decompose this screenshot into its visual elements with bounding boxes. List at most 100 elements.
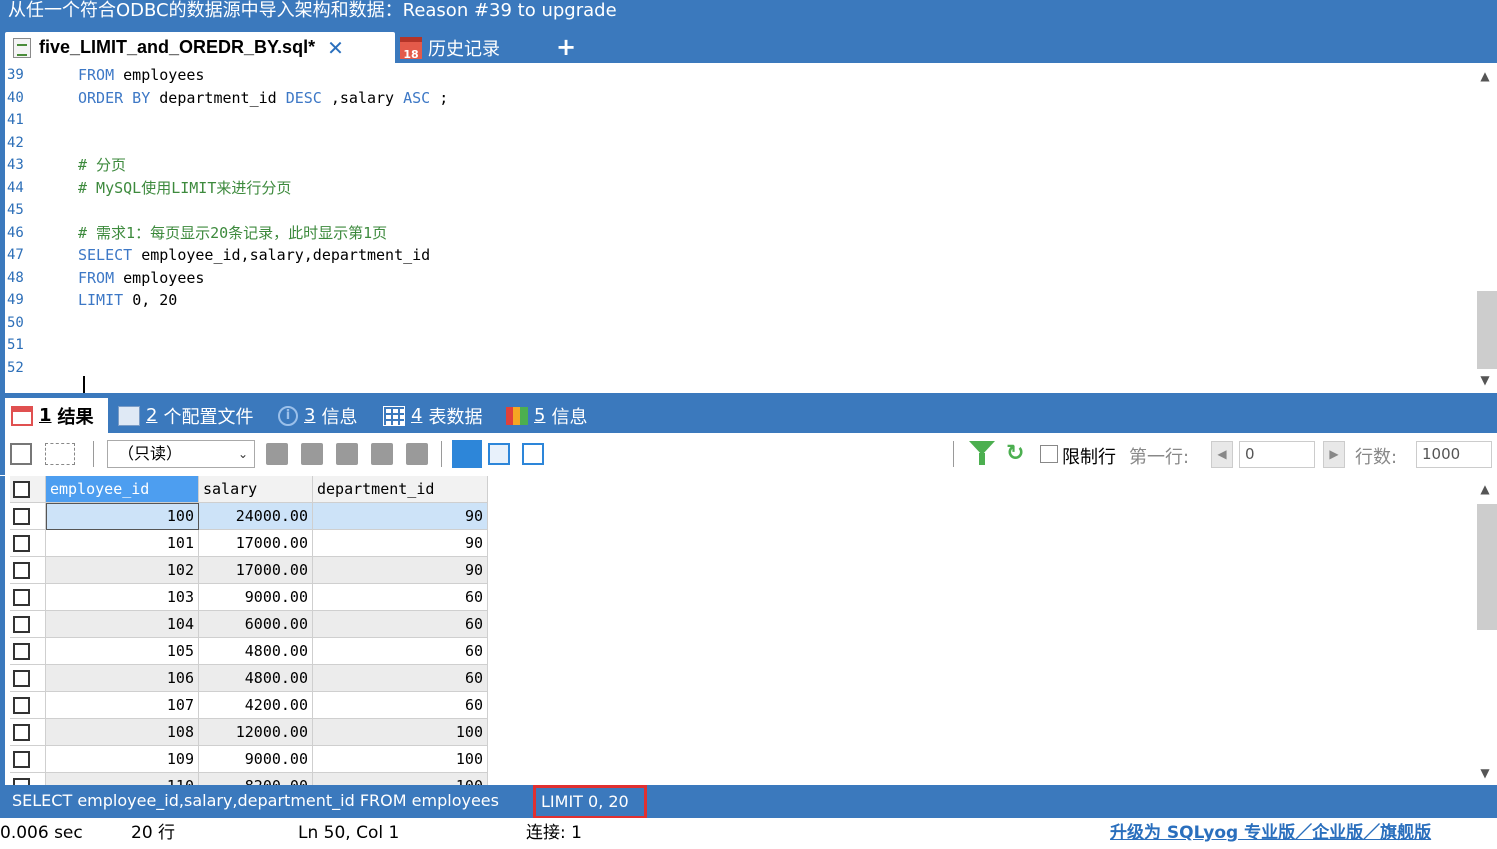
table-cell-salary[interactable]: 4200.00 <box>199 692 313 719</box>
table-row[interactable]: 109 9000.00 100 <box>10 746 488 773</box>
row-checkbox[interactable] <box>13 670 30 687</box>
table-cell-salary[interactable]: 17000.00 <box>199 557 313 584</box>
table-cell-employee-id[interactable]: 104 <box>46 611 199 638</box>
table-cell-employee-id[interactable]: 109 <box>46 746 199 773</box>
table-row[interactable]: 106 4800.00 60 <box>10 665 488 692</box>
table-row[interactable]: 105 4800.00 60 <box>10 638 488 665</box>
sql-editor[interactable]: 39 FROM employees 40 ORDER BY department_id… <box>0 63 1497 396</box>
row-checkbox[interactable] <box>13 643 30 660</box>
table-cell-department-id[interactable]: 100 <box>313 773 488 785</box>
table-cell-department-id[interactable]: 60 <box>313 611 488 638</box>
cancel-changes-icon[interactable] <box>406 443 428 465</box>
table-cell-employee-id[interactable]: 100 <box>46 503 199 530</box>
close-icon[interactable]: ✕ <box>327 36 344 60</box>
table-cell-salary[interactable]: 8200.00 <box>199 773 313 785</box>
add-tab-button[interactable]: + <box>556 33 576 61</box>
delete-icon[interactable] <box>371 443 393 465</box>
table-cell-salary[interactable]: 17000.00 <box>199 530 313 557</box>
table-cell-department-id[interactable]: 100 <box>313 746 488 773</box>
table-cell-department-id[interactable]: 60 <box>313 584 488 611</box>
scroll-thumb[interactable] <box>1477 291 1497 369</box>
row-checkbox[interactable] <box>13 616 30 633</box>
table-row[interactable]: 1108200.00100 <box>10 773 488 785</box>
table-cell-department-id[interactable]: 100 <box>313 719 488 746</box>
copy-row-icon[interactable] <box>301 443 323 465</box>
tab-profile[interactable]: 2 个配置文件 <box>118 398 253 433</box>
table-cell-salary[interactable]: 9000.00 <box>199 746 313 773</box>
sql-token: employees <box>123 268 205 287</box>
edit-mode-select[interactable]: （只读） ⌄ <box>107 440 255 468</box>
table-row[interactable]: 100 24000.00 90 <box>10 503 488 530</box>
filter-icon[interactable] <box>969 441 995 465</box>
tab-table-data[interactable]: 4 表数据 <box>383 398 482 433</box>
table-row[interactable]: 101 17000.00 90 <box>10 530 488 557</box>
insert-row-icon[interactable] <box>266 443 288 465</box>
table-cell-salary[interactable]: 6000.00 <box>199 611 313 638</box>
table-cell-salary[interactable]: 24000.00 <box>199 503 313 530</box>
tab-info-2[interactable]: 5 信息 <box>506 398 587 433</box>
line-number: 50 <box>7 314 24 331</box>
scroll-down-icon[interactable]: ▼ <box>1478 766 1492 780</box>
table-cell-department-id[interactable]: 60 <box>313 665 488 692</box>
row-checkbox[interactable] <box>13 697 30 714</box>
scroll-up-icon[interactable]: ▲ <box>1478 69 1492 83</box>
save-icon[interactable] <box>336 443 358 465</box>
column-header[interactable]: department_id <box>313 476 488 503</box>
text-view-icon[interactable] <box>522 443 544 465</box>
select-all-checkbox[interactable] <box>13 481 30 498</box>
tab-sql-file[interactable]: five_LIMIT_and_OREDR_BY.sql* ✕ <box>5 32 395 63</box>
table-cell-department-id[interactable]: 90 <box>313 530 488 557</box>
scroll-thumb[interactable] <box>1477 504 1497 630</box>
limit-rows-checkbox[interactable] <box>1040 445 1058 463</box>
table-cell-salary[interactable]: 12000.00 <box>199 719 313 746</box>
table-row[interactable]: 102 17000.00 90 <box>10 557 488 584</box>
table-row[interactable]: 104 6000.00 60 <box>10 611 488 638</box>
table-row[interactable]: 107 4200.00 60 <box>10 692 488 719</box>
tab-info[interactable]: i 3 信息 <box>278 398 357 433</box>
table-cell-department-id[interactable]: 60 <box>313 692 488 719</box>
table-cell-salary[interactable]: 4800.00 <box>199 638 313 665</box>
table-cell-employee-id[interactable]: 108 <box>46 719 199 746</box>
table-row[interactable]: 108 12000.00 100 <box>10 719 488 746</box>
scroll-up-icon[interactable]: ▲ <box>1478 482 1492 496</box>
row-checkbox[interactable] <box>13 724 30 741</box>
table-cell-department-id[interactable]: 90 <box>313 557 488 584</box>
tab-result[interactable]: 1 结果 <box>5 398 108 433</box>
grid-view-icon[interactable] <box>452 440 482 468</box>
prev-page-icon[interactable]: ◀ <box>1211 441 1233 468</box>
table-cell-employee-id[interactable]: 105 <box>46 638 199 665</box>
next-page-icon[interactable]: ▶ <box>1323 441 1345 468</box>
editor-scrollbar[interactable]: ▲ ▼ <box>1473 63 1497 393</box>
result-grid[interactable]: employee_id salary department_id 100 24000.0… <box>0 476 1497 785</box>
add-row-icon[interactable] <box>10 443 32 465</box>
table-cell-employee-id[interactable]: 102 <box>46 557 199 584</box>
table-cell-salary[interactable]: 9000.00 <box>199 584 313 611</box>
rows-input[interactable]: 1000 <box>1416 441 1492 468</box>
scroll-down-icon[interactable]: ▼ <box>1478 373 1492 387</box>
table-cell-salary[interactable]: 4800.00 <box>199 665 313 692</box>
column-header[interactable]: employee_id <box>46 476 199 503</box>
first-row-input[interactable]: 0 <box>1239 441 1315 468</box>
duplicate-row-icon[interactable] <box>45 443 75 465</box>
row-checkbox[interactable] <box>13 508 30 525</box>
upgrade-link[interactable]: 升级为 SQLyog 专业版／企业版／旗舰版 <box>1110 818 1431 849</box>
column-header[interactable]: salary <box>199 476 313 503</box>
tab-history[interactable]: 18 历史记录 <box>400 32 540 63</box>
row-checkbox[interactable] <box>13 535 30 552</box>
code-text: ORDER BY department_id DESC ,salary ASC … <box>78 87 448 109</box>
table-cell-employee-id[interactable]: 101 <box>46 530 199 557</box>
table-cell-employee-id[interactable]: 110 <box>46 773 199 785</box>
table-cell-department-id[interactable]: 90 <box>313 503 488 530</box>
refresh-icon[interactable]: ↻ <box>1006 441 1024 466</box>
grid-scrollbar[interactable]: ▲ ▼ <box>1473 476 1497 785</box>
row-checkbox[interactable] <box>13 778 30 785</box>
row-checkbox[interactable] <box>13 589 30 606</box>
table-cell-employee-id[interactable]: 106 <box>46 665 199 692</box>
table-cell-employee-id[interactable]: 103 <box>46 584 199 611</box>
form-view-icon[interactable] <box>488 443 510 465</box>
row-checkbox[interactable] <box>13 751 30 768</box>
table-cell-employee-id[interactable]: 107 <box>46 692 199 719</box>
table-row[interactable]: 103 9000.00 60 <box>10 584 488 611</box>
table-cell-department-id[interactable]: 60 <box>313 638 488 665</box>
row-checkbox[interactable] <box>13 562 30 579</box>
